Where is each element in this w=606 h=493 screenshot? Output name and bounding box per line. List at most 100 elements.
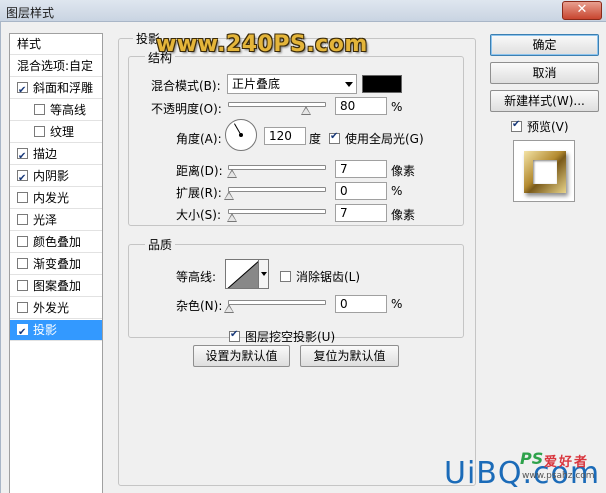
distance-label: 距离(D): (176, 164, 223, 178)
list-item-gradient-overlay[interactable]: 渐变叠加 (10, 254, 102, 275)
opacity-unit: % (391, 100, 403, 114)
set-default-button[interactable]: 设置为默认值 (193, 345, 290, 367)
angle-dial[interactable] (225, 119, 257, 151)
distance-slider[interactable] (227, 165, 326, 178)
preview-label: 预览(V) (527, 120, 569, 134)
list-item-outer-glow[interactable]: 外发光 (10, 298, 102, 319)
angle-center (239, 133, 243, 137)
blend-mode-label: 混合模式(B): (151, 79, 221, 93)
checkbox-stroke[interactable] (17, 146, 28, 167)
knockout-checkbox[interactable]: 图层挖空投影(U) (229, 328, 335, 345)
list-header-styles[interactable]: 样式 (10, 34, 102, 55)
global-light-checkbox[interactable]: 使用全局光(G) (329, 130, 424, 147)
preview-check[interactable] (511, 119, 522, 132)
window-title: 图层样式 (6, 6, 55, 20)
logo-ps: PS (520, 449, 544, 468)
list-item-blending-options[interactable]: 混合选项:自定 (10, 56, 102, 77)
list-item-label: 内发光 (33, 191, 70, 205)
list-item-label: 外发光 (33, 301, 70, 315)
style-preview-thumbnail (513, 140, 575, 202)
blend-mode-value: 正片叠底 (232, 77, 281, 91)
title-bar: 图层样式 ✕ (0, 0, 606, 22)
angle-input[interactable]: 120 (264, 127, 306, 145)
noise-input[interactable]: 0 (335, 295, 387, 313)
checkbox-contour[interactable] (34, 104, 45, 115)
layer-style-dialog: 样式 混合选项:自定 斜面和浮雕 等高线 纹理 描边 内阴影 内发光 光泽 颜色… (0, 22, 606, 493)
slider-thumb[interactable] (224, 191, 234, 200)
quality-group (128, 244, 464, 338)
anti-alias-checkbox[interactable]: 消除锯齿(L) (280, 268, 360, 285)
checkbox-gradient-overlay[interactable] (17, 258, 28, 269)
ok-button[interactable]: 确定 (490, 34, 599, 56)
global-light-label: 使用全局光(G) (345, 132, 424, 146)
checkbox-outer-glow[interactable] (17, 302, 28, 313)
list-item-pattern-overlay[interactable]: 图案叠加 (10, 276, 102, 297)
quality-title: 品质 (145, 236, 176, 253)
size-input[interactable]: 7 (335, 204, 387, 222)
checkbox-inner-shadow[interactable] (17, 168, 28, 189)
slider-thumb[interactable] (224, 304, 234, 313)
list-item-label: 混合选项:自定 (17, 59, 94, 73)
global-light-check[interactable] (329, 131, 340, 144)
list-item-bevel-emboss[interactable]: 斜面和浮雕 (10, 78, 102, 101)
slider-thumb[interactable] (227, 213, 237, 222)
knockout-label: 图层挖空投影(U) (245, 330, 336, 344)
contour-preview[interactable] (225, 259, 259, 289)
chevron-down-icon (345, 82, 353, 87)
slider-thumb[interactable] (227, 169, 237, 178)
size-slider[interactable] (227, 209, 326, 222)
cancel-button[interactable]: 取消 (490, 62, 599, 84)
new-style-button[interactable]: 新建样式(W)... (490, 90, 599, 112)
frame-inner (533, 160, 557, 184)
noise-unit: % (391, 297, 403, 311)
angle-unit: 度 (309, 132, 322, 146)
spread-input[interactable]: 0 (335, 182, 387, 200)
close-button[interactable]: ✕ (562, 1, 602, 20)
list-item-stroke[interactable]: 描边 (10, 144, 102, 167)
distance-unit: 像素 (391, 164, 416, 178)
reset-default-button[interactable]: 复位为默认值 (300, 345, 399, 367)
list-item-label: 纹理 (50, 125, 75, 139)
list-item-drop-shadow[interactable]: 投影 (10, 320, 102, 343)
list-item-label: 样式 (17, 37, 42, 51)
contour-curve-icon (227, 261, 258, 288)
size-label: 大小(S): (176, 208, 222, 222)
blend-mode-select[interactable]: 正片叠底 (227, 74, 357, 94)
contour-dropdown[interactable] (259, 259, 269, 289)
chevron-down-icon (261, 272, 267, 276)
list-item-label: 颜色叠加 (33, 235, 82, 249)
contour-label: 等高线: (176, 270, 217, 284)
list-item-inner-shadow[interactable]: 内阴影 (10, 166, 102, 189)
slider-thumb[interactable] (301, 106, 311, 115)
size-unit: 像素 (391, 208, 416, 222)
site-logo: UiBQ.com PS 爱好者 www.psahz.com (444, 449, 604, 491)
opacity-label: 不透明度(O): (151, 102, 222, 116)
checkbox-pattern-overlay[interactable] (17, 280, 28, 291)
knockout-check[interactable] (229, 329, 240, 342)
list-item-inner-glow[interactable]: 内发光 (10, 188, 102, 209)
spread-slider[interactable] (224, 187, 326, 200)
distance-input[interactable]: 7 (335, 160, 387, 178)
noise-slider[interactable] (224, 300, 326, 313)
noise-label: 杂色(N): (176, 299, 223, 313)
angle-label: 角度(A): (176, 132, 222, 146)
logo-cn: 爱好者 (544, 455, 590, 470)
checkbox-color-overlay[interactable] (17, 236, 28, 247)
checkbox-drop-shadow[interactable] (17, 322, 28, 343)
list-item-label: 渐变叠加 (33, 257, 82, 271)
list-item-contour[interactable]: 等高线 (10, 100, 102, 121)
checkbox-texture[interactable] (34, 126, 45, 137)
checkbox-satin[interactable] (17, 214, 28, 225)
checkbox-bevel-emboss[interactable] (17, 80, 28, 101)
list-item-texture[interactable]: 纹理 (10, 122, 102, 143)
preview-checkbox[interactable]: 预览(V) (511, 118, 569, 135)
list-item-color-overlay[interactable]: 颜色叠加 (10, 232, 102, 253)
shadow-color-swatch[interactable] (362, 75, 402, 93)
anti-alias-check[interactable] (280, 271, 291, 282)
checkbox-inner-glow[interactable] (17, 192, 28, 203)
list-item-satin[interactable]: 光泽 (10, 210, 102, 231)
opacity-input[interactable]: 80 (335, 97, 387, 115)
watermark-text: www.240PS.com (156, 32, 368, 57)
logo-url: www.psahz.com (522, 471, 595, 481)
opacity-slider[interactable] (228, 102, 326, 115)
